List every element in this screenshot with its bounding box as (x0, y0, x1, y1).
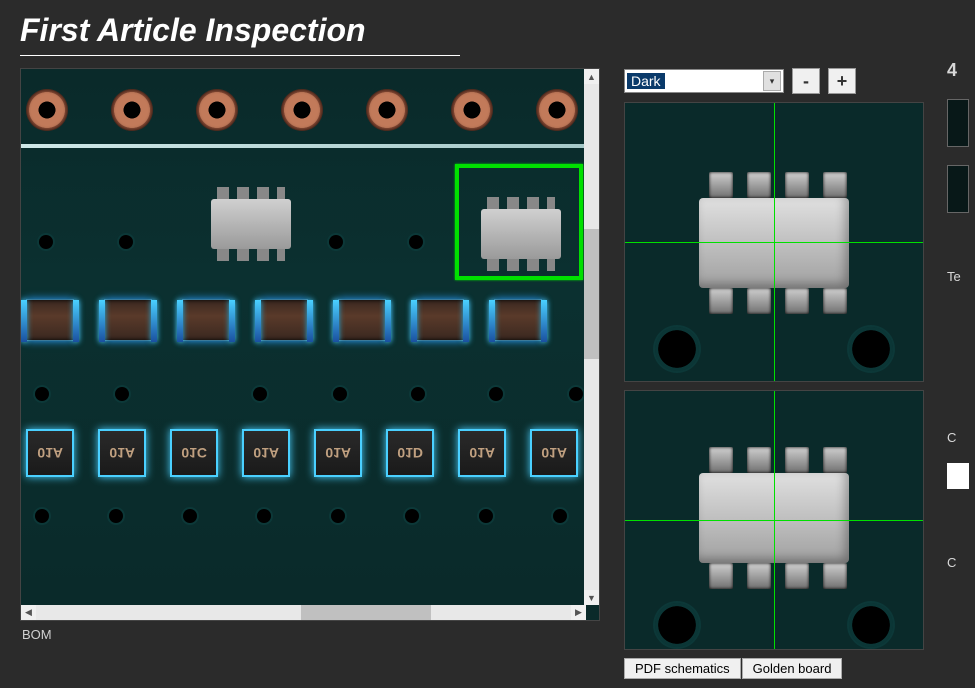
detail-view-bottom[interactable] (624, 390, 924, 650)
capacitor (26, 299, 74, 341)
title-underline (20, 55, 460, 56)
pcb-ring (26, 89, 68, 131)
resistor: 01D (386, 429, 434, 477)
ic-pin (823, 447, 847, 473)
ic-pin (785, 288, 809, 314)
via (329, 235, 343, 249)
crosshair-horizontal (625, 520, 923, 521)
ic-pin (823, 172, 847, 198)
via (257, 509, 271, 523)
via (333, 387, 347, 401)
resistor: 01A (242, 429, 290, 477)
scroll-down-icon[interactable]: ▼ (584, 590, 599, 605)
via (405, 509, 419, 523)
tab-golden-board[interactable]: Golden board (742, 658, 843, 679)
bom-label: BOM (22, 627, 600, 642)
via (411, 387, 425, 401)
pcb-ring (451, 89, 493, 131)
tab-pdf-schematics[interactable]: PDF schematics (624, 658, 741, 679)
zoom-in-button[interactable]: + (828, 68, 856, 94)
via (331, 509, 345, 523)
via (479, 509, 493, 523)
via (409, 235, 423, 249)
pcb-hole (655, 327, 699, 371)
ic-pin (747, 172, 771, 198)
resistor: 01C (170, 429, 218, 477)
capacitor (494, 299, 542, 341)
via (35, 387, 49, 401)
scroll-left-icon[interactable]: ◀ (21, 605, 36, 620)
vertical-scrollbar[interactable]: ▲ ▼ (584, 69, 599, 605)
theme-dropdown[interactable]: Dark ▾ (624, 69, 784, 93)
ic-pin (747, 563, 771, 589)
via (115, 387, 129, 401)
via (489, 387, 503, 401)
via (119, 235, 133, 249)
via (109, 509, 123, 523)
theme-selected-text: Dark (627, 73, 665, 89)
main-board-viewer[interactable]: 01A 01A 01C 01A 01A 01D 01A 01A (20, 68, 600, 621)
zoom-out-button[interactable]: - (792, 68, 820, 94)
resistor: 01A (98, 429, 146, 477)
ic-pin (785, 563, 809, 589)
via (553, 509, 567, 523)
far-right-label: C (947, 430, 975, 445)
ic-pin (823, 288, 847, 314)
thumbnail[interactable] (947, 165, 969, 213)
detail-view-top[interactable] (624, 102, 924, 382)
thumbnail[interactable] (947, 99, 969, 147)
color-swatch[interactable] (947, 463, 969, 489)
capacitor (416, 299, 464, 341)
pcb-ring (196, 89, 238, 131)
pcb-ring (281, 89, 323, 131)
capacitor (260, 299, 308, 341)
via (35, 509, 49, 523)
capacitor (104, 299, 152, 341)
pcb-hole (849, 327, 893, 371)
pcb-hole (655, 603, 699, 647)
ic-pin (709, 447, 733, 473)
ic-pin (785, 447, 809, 473)
ic-pin (709, 288, 733, 314)
ic-pin (823, 563, 847, 589)
far-right-label: C (947, 555, 975, 570)
far-right-label: Te (947, 269, 975, 284)
capacitor (338, 299, 386, 341)
via (183, 509, 197, 523)
ic-pin (747, 288, 771, 314)
pcb-trace (21, 144, 586, 148)
pcb-ring (536, 89, 578, 131)
resistor: 01A (530, 429, 578, 477)
board-image: 01A 01A 01C 01A 01A 01D 01A 01A (21, 69, 586, 605)
ic-pin (747, 447, 771, 473)
ic-component (211, 199, 291, 249)
ic-pin (709, 563, 733, 589)
pcb-ring (366, 89, 408, 131)
scroll-thumb[interactable] (301, 605, 431, 620)
scroll-up-icon[interactable]: ▲ (584, 69, 599, 84)
via (39, 235, 53, 249)
resistor: 01A (314, 429, 362, 477)
via (569, 387, 583, 401)
page-title: First Article Inspection (0, 0, 366, 55)
resistor: 01A (26, 429, 74, 477)
capacitor (182, 299, 230, 341)
via (253, 387, 267, 401)
horizontal-scrollbar[interactable]: ◀ ▶ (21, 605, 586, 620)
ic-component-selected (481, 209, 561, 259)
chevron-down-icon[interactable]: ▾ (763, 71, 781, 91)
crosshair-horizontal (625, 242, 923, 243)
scroll-right-icon[interactable]: ▶ (571, 605, 586, 620)
ic-pin (709, 172, 733, 198)
pcb-hole (849, 603, 893, 647)
pcb-ring (111, 89, 153, 131)
scroll-thumb[interactable] (584, 229, 599, 359)
far-right-number: 4 (947, 60, 975, 81)
resistor: 01A (458, 429, 506, 477)
ic-pin (785, 172, 809, 198)
